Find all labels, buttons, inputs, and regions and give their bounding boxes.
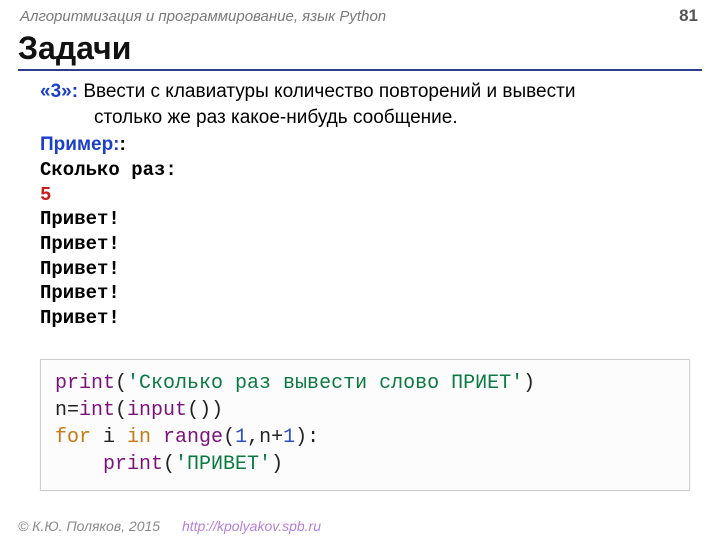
footer: © К.Ю. Поляков, 2015 http://kpolyakov.sp… (18, 518, 321, 534)
example-output-3: Привет! (40, 257, 692, 282)
example-input: 5 (40, 183, 692, 208)
task-label: «3»: (40, 81, 78, 102)
example-output-1: Привет! (40, 207, 692, 232)
example-prompt: Сколько раз: (40, 158, 692, 183)
code-token: print (55, 372, 115, 395)
code-token: print (103, 453, 163, 476)
code-token: n= (55, 399, 79, 422)
header-bar: Алгоритмизация и программирование, язык … (18, 6, 702, 28)
code-block: print('Сколько раз вывести слово ПРИЕТ')… (40, 359, 690, 491)
code-token: in (127, 426, 151, 449)
code-token: i (91, 426, 127, 449)
code-token: for (55, 426, 91, 449)
example-label: Пример:: (40, 132, 692, 158)
code-token: ,n+ (247, 426, 283, 449)
task-text-line2: столько же раз какое-нибудь сообщение. (40, 105, 692, 131)
example-output-4: Привет! (40, 281, 692, 306)
example-output-5: Привет! (40, 306, 692, 331)
task-block: «3»: Ввести с клавиатуры количество повт… (40, 79, 692, 105)
example-output-2: Привет! (40, 232, 692, 257)
content-area: «3»: Ввести с клавиатуры количество повт… (18, 71, 702, 491)
code-token: 'ПРИВЕТ' (175, 453, 271, 476)
code-token: range (151, 426, 223, 449)
code-token: 1 (235, 426, 247, 449)
course-title: Алгоритмизация и программирование, язык … (20, 8, 386, 25)
code-token: input (127, 399, 187, 422)
task-text-line1: Ввести с клавиатуры количество повторени… (83, 81, 575, 102)
slide-title: Задачи (18, 30, 702, 71)
code-token: 'Сколько раз вывести слово ПРИЕТ' (127, 372, 523, 395)
page-number: 81 (679, 6, 698, 26)
footer-url: http://kpolyakov.spb.ru (182, 518, 321, 534)
code-token: int (79, 399, 115, 422)
code-token: 1 (283, 426, 295, 449)
footer-copyright: © К.Ю. Поляков, 2015 (18, 518, 160, 534)
